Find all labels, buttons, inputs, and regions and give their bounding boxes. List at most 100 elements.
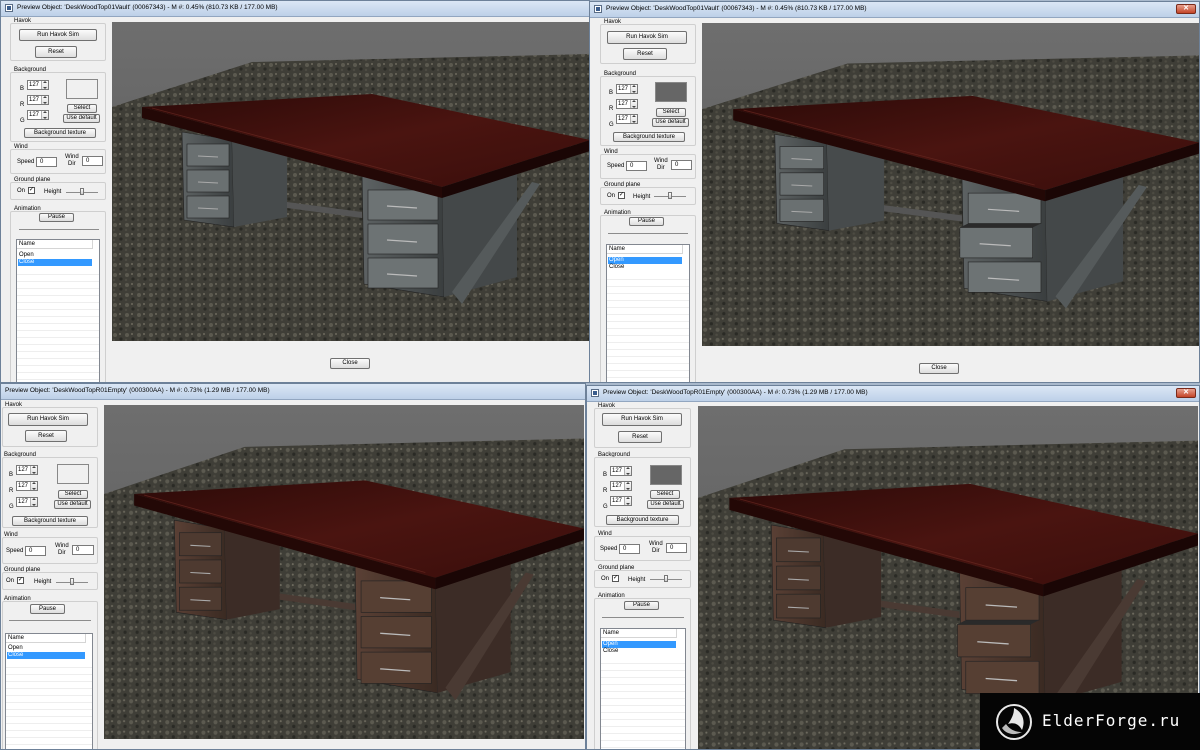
list-item-close[interactable]: Close: [602, 648, 676, 655]
reset-button[interactable]: Reset: [35, 46, 77, 58]
drawer: [186, 169, 230, 193]
spinner-arrows-icon[interactable]: [41, 96, 48, 104]
use-default-button[interactable]: Use default: [647, 500, 684, 509]
b-spinner[interactable]: 127: [16, 465, 38, 475]
run-havok-sim-button[interactable]: Run Havok Sim: [8, 413, 88, 426]
background-color-swatch: [655, 82, 687, 102]
reset-button[interactable]: Reset: [25, 430, 67, 442]
animation-list[interactable]: Name Open Close: [5, 633, 93, 749]
height-slider-thumb[interactable]: [70, 578, 74, 585]
g-spinner[interactable]: 127: [616, 114, 638, 124]
title-bar[interactable]: Preview Object: 'DeskWoodTop01Vault' (00…: [1, 1, 589, 17]
g-spinner[interactable]: 127: [27, 110, 49, 120]
animation-slider[interactable]: [608, 233, 688, 234]
g-value: 127: [29, 112, 40, 118]
animation-slider[interactable]: [9, 620, 91, 621]
3d-viewport[interactable]: [104, 405, 584, 739]
spinner-arrows-icon[interactable]: [624, 497, 631, 505]
window-close-icon[interactable]: ✕: [1176, 388, 1196, 398]
pause-button[interactable]: Pause: [624, 601, 659, 610]
title-bar[interactable]: Preview Object: 'DeskWoodTopR01Empty' (0…: [1, 384, 585, 400]
spinner-arrows-icon[interactable]: [30, 466, 37, 474]
r-spinner[interactable]: 127: [610, 481, 632, 491]
spinner-arrows-icon[interactable]: [41, 81, 48, 89]
r-spinner[interactable]: 127: [616, 99, 638, 109]
run-havok-sim-button[interactable]: Run Havok Sim: [19, 29, 97, 41]
window-close-icon[interactable]: ✕: [1176, 4, 1196, 14]
height-slider-thumb[interactable]: [668, 192, 672, 199]
title-bar[interactable]: Preview Object: 'DeskWoodTop01Vault' (00…: [590, 2, 1199, 18]
animation-slider[interactable]: [19, 229, 99, 230]
reset-button[interactable]: Reset: [618, 431, 662, 443]
list-header-name[interactable]: Name: [6, 634, 86, 643]
3d-viewport[interactable]: [112, 22, 589, 341]
title-bar[interactable]: Preview Object: 'DeskWoodTopR01Empty' (0…: [587, 386, 1199, 402]
spinner-arrows-icon[interactable]: [630, 100, 637, 108]
select-button[interactable]: Select: [650, 490, 680, 499]
pause-button[interactable]: Pause: [39, 213, 74, 222]
3d-viewport[interactable]: [702, 23, 1199, 346]
reset-button[interactable]: Reset: [623, 48, 667, 60]
wind-dir-field[interactable]: 0: [666, 543, 687, 553]
spinner-arrows-icon[interactable]: [30, 498, 37, 506]
list-item-open[interactable]: Open: [7, 645, 85, 652]
list-item-open[interactable]: Open: [18, 252, 92, 259]
wind-dir-field[interactable]: 0: [82, 156, 103, 166]
wind-dir-label-2: Dir: [657, 165, 665, 171]
background-texture-button[interactable]: Background texture: [12, 516, 88, 526]
spinner-arrows-icon[interactable]: [630, 115, 637, 123]
g-spinner[interactable]: 127: [16, 497, 38, 507]
r-spinner[interactable]: 127: [27, 95, 49, 105]
b-spinner[interactable]: 127: [616, 84, 638, 94]
wind-dir-field[interactable]: 0: [72, 545, 94, 555]
use-default-button[interactable]: Use default: [54, 500, 91, 509]
close-button[interactable]: Close: [919, 363, 959, 374]
list-header-name[interactable]: Name: [601, 629, 677, 638]
background-texture-button[interactable]: Background texture: [606, 515, 679, 525]
select-button[interactable]: Select: [67, 104, 97, 113]
speed-field[interactable]: 0: [36, 157, 57, 167]
on-checkbox[interactable]: ✓: [612, 575, 619, 582]
height-slider-thumb[interactable]: [664, 575, 668, 582]
spinner-arrows-icon[interactable]: [630, 85, 637, 93]
list-item-close[interactable]: Close: [7, 652, 85, 659]
height-slider-thumb[interactable]: [80, 188, 84, 195]
b-spinner[interactable]: 127: [27, 80, 49, 90]
on-checkbox[interactable]: ✓: [618, 192, 625, 199]
select-button[interactable]: Select: [58, 490, 88, 499]
pause-button[interactable]: Pause: [629, 217, 664, 226]
spinner-arrows-icon[interactable]: [624, 482, 631, 490]
animation-list[interactable]: Name Open Close: [606, 244, 690, 382]
speed-field[interactable]: 0: [619, 544, 640, 554]
select-button[interactable]: Select: [656, 108, 686, 117]
spinner-arrows-icon[interactable]: [30, 482, 37, 490]
list-item-close[interactable]: Close: [608, 264, 682, 271]
spinner-arrows-icon[interactable]: [624, 467, 631, 475]
animation-list[interactable]: Name Open Close: [600, 628, 686, 749]
on-checkbox[interactable]: ✓: [17, 577, 24, 584]
use-default-button[interactable]: Use default: [652, 118, 689, 127]
background-texture-button[interactable]: Background texture: [613, 132, 685, 142]
background-color-swatch: [66, 79, 98, 99]
speed-field[interactable]: 0: [25, 546, 46, 556]
run-havok-sim-button[interactable]: Run Havok Sim: [607, 31, 687, 44]
list-item-open[interactable]: Open: [602, 641, 676, 648]
on-checkbox[interactable]: ✓: [28, 187, 35, 194]
r-spinner[interactable]: 127: [16, 481, 38, 491]
animation-slider[interactable]: [602, 617, 684, 618]
spinner-arrows-icon[interactable]: [41, 111, 48, 119]
b-spinner[interactable]: 127: [610, 466, 632, 476]
use-default-button[interactable]: Use default: [63, 114, 100, 123]
close-button[interactable]: Close: [330, 358, 370, 369]
animation-list[interactable]: Name Open Close: [16, 239, 100, 382]
list-item-close[interactable]: Close: [18, 259, 92, 266]
speed-field[interactable]: 0: [626, 161, 647, 171]
list-header-name[interactable]: Name: [607, 245, 683, 254]
g-spinner[interactable]: 127: [610, 496, 632, 506]
pause-button[interactable]: Pause: [30, 604, 65, 614]
background-texture-button[interactable]: Background texture: [24, 128, 96, 138]
list-header-name[interactable]: Name: [17, 240, 93, 249]
run-havok-sim-button[interactable]: Run Havok Sim: [602, 413, 682, 426]
wind-dir-field[interactable]: 0: [671, 160, 692, 170]
list-item-open[interactable]: Open: [608, 257, 682, 264]
